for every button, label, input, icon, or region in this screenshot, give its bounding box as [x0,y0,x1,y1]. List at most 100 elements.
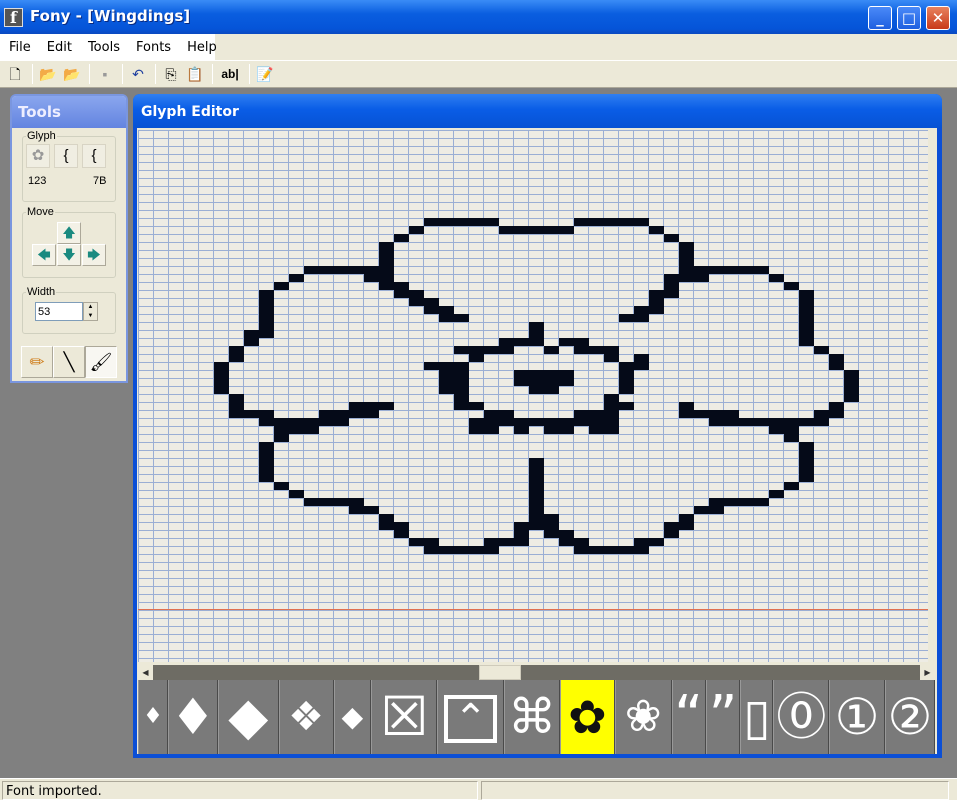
glyph-pixel[interactable] [649,538,664,546]
glyph-pixel[interactable] [799,450,814,458]
glyph-pixel[interactable] [529,378,544,386]
glyph-pixel[interactable] [709,410,724,418]
glyph-pixel[interactable] [799,290,814,298]
glyph-pixel[interactable] [664,522,679,530]
glyph-pixel[interactable] [679,410,694,418]
glyph-pixel[interactable] [439,314,454,322]
glyph-pixel[interactable] [274,482,289,490]
glyph-pixel[interactable] [469,346,484,354]
glyph-pixel[interactable] [559,418,574,426]
glyph-pixel[interactable] [559,370,574,378]
glyph-pixel[interactable] [604,402,619,410]
glyph-pixel[interactable] [364,266,379,274]
glyph-pixel[interactable] [634,306,649,314]
glyph-pixel[interactable] [694,506,709,514]
glyph-pixel[interactable] [394,530,409,538]
glyph-pixel[interactable] [454,402,469,410]
glyph-pixel[interactable] [394,234,409,242]
glyph-pixel[interactable] [529,490,544,498]
glyph-pixel[interactable] [694,274,709,282]
glyph-pixel[interactable] [739,266,754,274]
glyph-pixel[interactable] [484,426,499,434]
menu-edit[interactable]: Edit [38,40,79,55]
glyph-pixel[interactable] [454,378,469,386]
glyph-pixel[interactable] [319,266,334,274]
glyph-pixel[interactable] [619,546,634,554]
glyph-pixel[interactable] [679,242,694,250]
glyph-pixel[interactable] [604,394,619,402]
glyph-pixel[interactable] [439,362,454,370]
glyph-pixel[interactable] [229,402,244,410]
menu-file[interactable]: File [0,40,38,55]
glyph-pixel[interactable] [259,306,274,314]
glyph-pixel[interactable] [379,250,394,258]
glyph-pixel[interactable] [364,402,379,410]
glyph-pixel[interactable] [544,514,559,522]
glyph-pixel[interactable] [229,410,244,418]
glyph-pixel[interactable] [559,538,574,546]
glyph-pixel[interactable] [799,298,814,306]
glyph-pixel[interactable] [589,410,604,418]
glyph-pixel[interactable] [619,362,634,370]
glyph-pixel[interactable] [619,218,634,226]
glyph-pixel[interactable] [409,298,424,306]
glyph-cell[interactable]: “ [671,680,706,754]
glyph-pixel[interactable] [424,298,439,306]
glyph-pixel[interactable] [559,530,574,538]
glyph-pixel[interactable] [799,458,814,466]
glyph-pixel[interactable] [694,410,709,418]
glyph-cell[interactable]: ◆ [333,680,372,754]
glyph-pixel[interactable] [724,410,739,418]
glyph-pixel[interactable] [304,418,319,426]
glyph-pixel[interactable] [529,330,544,338]
maximize-button[interactable]: □ [897,6,921,30]
fill-tool-button[interactable]: 🖌 [85,346,117,378]
glyph-pixel[interactable] [544,426,559,434]
scroll-right-arrow-icon[interactable]: ▶ [920,665,935,680]
glyph-pixel[interactable] [559,378,574,386]
glyph-pixel[interactable] [454,370,469,378]
close-button[interactable]: ✕ [926,6,950,30]
glyph-pixel[interactable] [529,498,544,506]
glyph-pixel[interactable] [529,482,544,490]
glyph-pixel[interactable] [259,330,274,338]
glyph-pixel[interactable] [679,250,694,258]
glyph-pixel[interactable] [589,426,604,434]
glyph-pixel[interactable] [379,282,394,290]
glyph-pixel[interactable] [214,362,229,370]
glyph-pixel[interactable] [664,274,679,282]
glyph-pixel[interactable] [649,290,664,298]
glyph-pixel[interactable] [589,218,604,226]
glyph-pixel[interactable] [679,258,694,266]
scroll-left-arrow-icon[interactable]: ◀ [138,665,153,680]
glyph-pixel[interactable] [634,218,649,226]
horizontal-scrollbar[interactable]: ◀ ▶ [138,665,935,680]
glyph-pixel[interactable] [829,410,844,418]
glyph-pixel[interactable] [334,498,349,506]
minimize-button[interactable]: _ [868,6,892,30]
glyph-pixel[interactable] [784,482,799,490]
glyph-pixel[interactable] [664,282,679,290]
glyph-pixel[interactable] [259,298,274,306]
glyph-pixel[interactable] [544,522,559,530]
glyph-pixel[interactable] [454,346,469,354]
glyph-pixel[interactable] [304,426,319,434]
glyph-cell[interactable]: ◆ [217,680,279,754]
glyph-pixel[interactable] [259,474,274,482]
scrollbar-thumb[interactable] [479,665,522,680]
glyph-pixel[interactable] [784,282,799,290]
glyph-pixel[interactable] [649,226,664,234]
save-icon[interactable]: ▪ [94,63,116,85]
glyph-pixel[interactable] [784,418,799,426]
glyph-pixel[interactable] [469,402,484,410]
glyph-pixel[interactable] [514,426,529,434]
glyph-pixel[interactable] [649,306,664,314]
glyph-pixel[interactable] [529,458,544,466]
glyph-cell[interactable]: ❖ [278,680,334,754]
glyph-pixel[interactable] [799,418,814,426]
move-down-button[interactable]: 🡇 [57,244,81,266]
glyph-pixel[interactable] [379,522,394,530]
open-folder-icon[interactable]: 📂 [37,63,59,85]
glyph-pixel[interactable] [604,418,619,426]
glyph-pixel[interactable] [559,338,574,346]
